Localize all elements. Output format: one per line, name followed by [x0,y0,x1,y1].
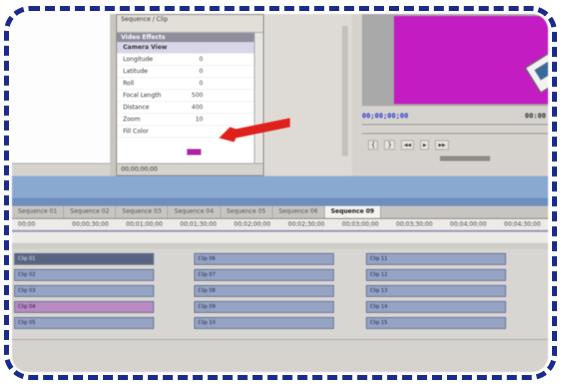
arrow-shape [219,118,290,142]
screenshot: Sequence / Clip Video Effects Camera Vie… [12,14,548,372]
red-arrow-annotation [219,118,290,142]
